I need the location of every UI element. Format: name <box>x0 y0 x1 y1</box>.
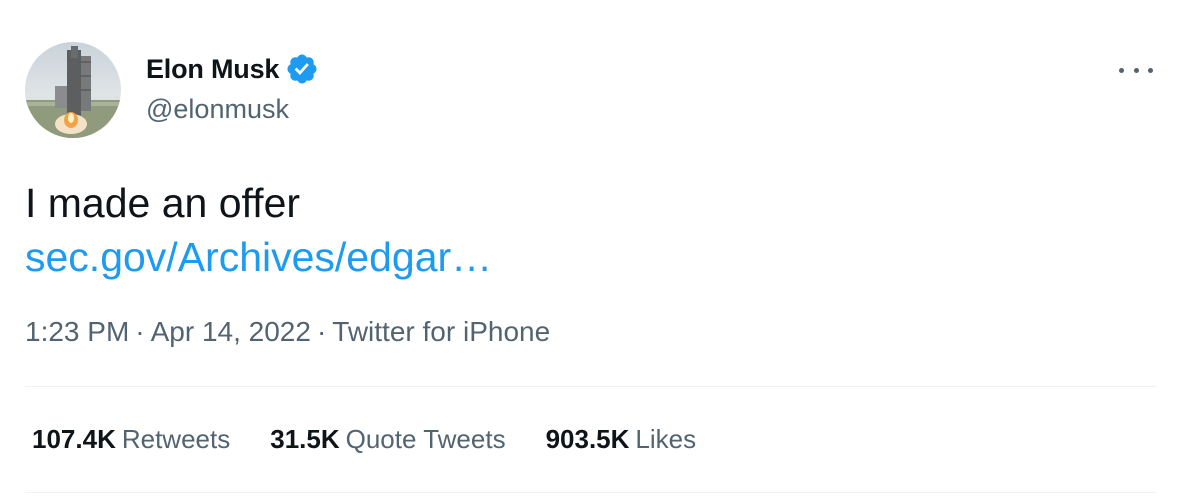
meta-separator: · <box>316 316 327 347</box>
tweet-text: I made an offer <box>25 180 301 226</box>
tweet-card: Elon Musk @elonmusk I made an offer sec.… <box>0 0 1196 498</box>
meta-separator: · <box>135 316 145 347</box>
quote-tweets-label: Quote Tweets <box>345 424 506 454</box>
tweet-stats: 107.4K Retweets 31.5K Quote Tweets 903.5K L… <box>32 424 736 455</box>
retweets-count: 107.4K <box>32 424 116 454</box>
rocket-launch-avatar-icon <box>25 42 121 138</box>
verified-badge-icon <box>285 52 319 86</box>
avatar[interactable] <box>25 42 121 138</box>
display-name[interactable]: Elon Musk <box>146 54 279 85</box>
author-name-row: Elon Musk <box>146 52 319 86</box>
likes-stat[interactable]: 903.5K Likes <box>546 424 697 455</box>
user-handle[interactable]: @elonmusk <box>146 94 289 125</box>
tweet-time[interactable]: 1:23 PM <box>25 316 129 347</box>
likes-label: Likes <box>635 424 697 454</box>
tweet-date[interactable]: Apr 14, 2022 <box>151 316 311 347</box>
divider <box>25 386 1156 387</box>
likes-count: 903.5K <box>545 424 630 454</box>
retweets-label: Retweets <box>121 424 231 454</box>
tweet-link[interactable]: sec.gov/Archives/edgar… <box>25 230 492 284</box>
retweets-stat[interactable]: 107.4K Retweets <box>32 424 230 455</box>
tweet-source[interactable]: Twitter for iPhone <box>332 316 550 347</box>
tweet-meta: 1:23 PM · Apr 14, 2022 · Twitter for iPhone <box>25 316 550 348</box>
more-options-icon[interactable] <box>1119 56 1153 84</box>
divider <box>25 492 1156 493</box>
quote-tweets-count: 31.5K <box>270 424 340 454</box>
quote-tweets-stat[interactable]: 31.5K Quote Tweets <box>270 424 505 455</box>
